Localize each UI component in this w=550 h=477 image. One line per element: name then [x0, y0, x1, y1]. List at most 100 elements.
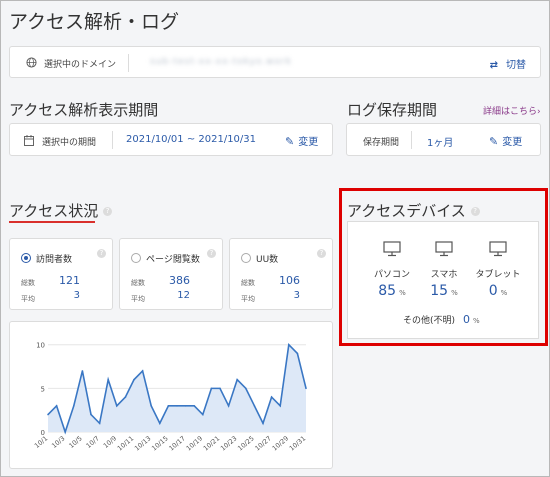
- chart-card: 0 5 10 10/1 10/3 10/5 10/7 10/9 10/11 10/13 10/15 1…: [9, 321, 333, 469]
- help-icon[interactable]: ?: [207, 249, 216, 258]
- log-section-title: ログ保存期間: [347, 101, 438, 119]
- data-point: [116, 405, 118, 407]
- data-point: [184, 405, 187, 407]
- data-point: [210, 387, 213, 390]
- x-tick-label: 10/13: [133, 434, 152, 452]
- data-point: [305, 387, 307, 390]
- swap-icon: ⇄: [489, 60, 498, 71]
- period-label: 選択中の期間: [42, 138, 97, 148]
- radio-unselected[interactable]: [131, 253, 141, 263]
- x-tick-label: 10/29: [271, 434, 290, 452]
- page-title: アクセス解析・ログ: [9, 11, 180, 33]
- pencil-icon: ✎: [285, 135, 295, 148]
- data-point: [141, 370, 144, 372]
- calendar-icon: [24, 135, 34, 146]
- total-value: 386: [169, 274, 190, 287]
- domain-value: sub-test-xx-xx-tokyo.work: [150, 57, 292, 67]
- change-storage-button[interactable]: ✎ 変更: [489, 133, 522, 148]
- x-tick-label: 10/27: [253, 434, 272, 452]
- avg-value: 3: [73, 290, 80, 301]
- data-point: [227, 405, 230, 407]
- change-label: 変更: [298, 137, 319, 148]
- radio-selected[interactable]: [21, 253, 31, 263]
- data-point: [176, 405, 178, 407]
- storage-value: 1ヶ月: [427, 138, 454, 149]
- highlight-box: [339, 188, 548, 346]
- data-point: [167, 405, 170, 407]
- data-point: [55, 405, 58, 407]
- x-tick-label: 10/23: [219, 434, 238, 452]
- x-tick-label: 10/5: [67, 434, 83, 450]
- avg-value: 12: [177, 290, 190, 301]
- stat-card-pageviews[interactable]: ページ閲覧数 ? 総数 386 平均 12: [119, 238, 223, 310]
- help-icon[interactable]: ?: [97, 249, 106, 258]
- radio-unselected[interactable]: [241, 253, 251, 263]
- x-tick-label: 10/15: [150, 434, 169, 452]
- period-value: 2021/10/01 ~ 2021/10/31: [126, 134, 257, 145]
- data-point: [47, 413, 49, 416]
- data-point: [159, 422, 161, 425]
- help-icon[interactable]: ?: [317, 249, 326, 258]
- x-tick-label: 10/1: [33, 434, 49, 450]
- stat-card-uu[interactable]: UU数 ? 総数 106 平均 3: [229, 238, 333, 310]
- data-point: [98, 422, 101, 425]
- data-point: [245, 387, 247, 390]
- data-point: [133, 378, 135, 381]
- divider: [128, 54, 129, 72]
- access-status-title: アクセス状況 ?: [9, 200, 113, 221]
- change-label: 変更: [502, 137, 523, 148]
- y-tick-label: 5: [41, 385, 45, 393]
- x-tick-label: 10/19: [185, 434, 204, 452]
- domain-bar: 選択中のドメイン sub-test-xx-xx-tokyo.work ⇄ 切替: [9, 46, 541, 78]
- period-section-title: アクセス解析表示期間: [9, 101, 159, 119]
- switch-label: 切替: [506, 60, 526, 71]
- data-point: [236, 378, 238, 381]
- data-point: [107, 378, 109, 381]
- data-point: [270, 396, 273, 398]
- x-tick-label: 10/17: [167, 434, 186, 452]
- data-point: [81, 370, 84, 372]
- pencil-icon: ✎: [489, 135, 499, 148]
- switch-domain-button[interactable]: ⇄ 切替: [490, 56, 526, 71]
- stat-title: 訪問者数: [36, 255, 73, 265]
- globe-icon: [26, 57, 37, 68]
- data-point: [90, 413, 92, 416]
- x-tick-label: 10/21: [202, 434, 221, 452]
- total-value: 121: [59, 274, 80, 287]
- data-point: [64, 431, 66, 433]
- domain-label: 選択中のドメイン: [44, 60, 117, 70]
- log-storage-card: 保存期間 1ヶ月 ✎ 変更: [346, 123, 541, 156]
- data-point: [193, 405, 195, 407]
- data-point: [219, 387, 221, 390]
- data-point: [262, 422, 264, 425]
- title-underline: [9, 221, 95, 223]
- divider: [411, 131, 412, 149]
- x-tick-label: 10/31: [288, 434, 307, 452]
- avg-value: 3: [293, 290, 300, 301]
- stat-title: UU数: [256, 255, 279, 265]
- divider: [112, 131, 113, 149]
- x-tick-label: 10/25: [236, 434, 255, 452]
- data-point: [124, 396, 127, 398]
- data-point: [202, 413, 204, 416]
- period-card: 選択中の期間 2021/10/01 ~ 2021/10/31 ✎ 変更: [9, 123, 333, 156]
- help-icon[interactable]: ?: [103, 207, 113, 216]
- change-period-button[interactable]: ✎ 変更: [285, 133, 318, 148]
- x-tick-label: 10/3: [50, 434, 66, 450]
- access-status-title-text: アクセス状況: [9, 202, 99, 220]
- details-link[interactable]: 詳細はこちら›: [483, 104, 541, 117]
- y-tick-label: 10: [36, 342, 45, 350]
- stat-card-visitors[interactable]: 訪問者数 ? 総数 121 平均 3: [9, 238, 113, 310]
- stat-title: ページ閲覧数: [146, 255, 200, 265]
- x-tick-label: 10/7: [85, 434, 101, 450]
- total-value: 106: [279, 274, 300, 287]
- x-tick-label: 10/11: [116, 434, 135, 452]
- data-point: [279, 405, 282, 407]
- data-point: [253, 405, 256, 407]
- visitor-line-chart: 051010/1 10/3 10/5 10/7 10/910/1110/1310/151…: [33, 342, 307, 453]
- data-point: [150, 405, 152, 407]
- data-point: [73, 405, 75, 407]
- data-point: [288, 343, 290, 346]
- storage-label: 保存期間: [363, 138, 400, 148]
- data-point: [296, 352, 299, 355]
